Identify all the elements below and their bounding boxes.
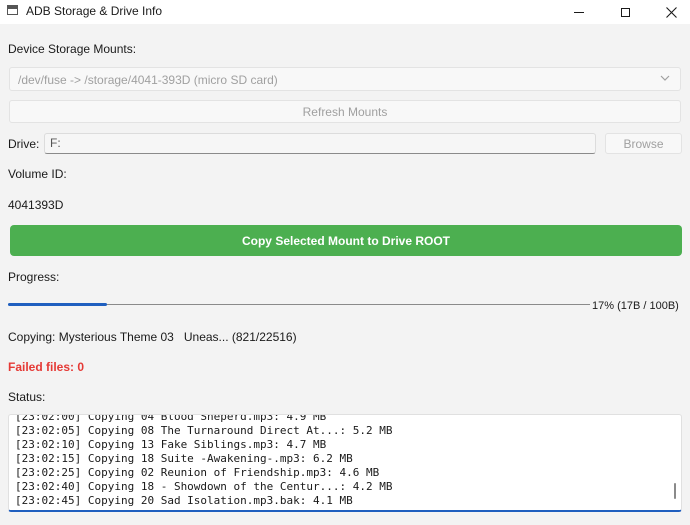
mounts-label: Device Storage Mounts: xyxy=(8,42,137,56)
copying-status-text: Copying: Mysterious Theme 03 Uneas... (8… xyxy=(8,330,297,344)
close-button[interactable] xyxy=(648,0,690,24)
mounts-dropdown[interactable]: /dev/fuse -> /storage/4041-393D (micro S… xyxy=(9,67,681,91)
log-line: [23:02:05] Copying 08 The Turnaround Dir… xyxy=(15,424,393,437)
maximize-button[interactable] xyxy=(602,0,648,24)
maximize-icon xyxy=(620,7,630,17)
copy-to-drive-button[interactable]: Copy Selected Mount to Drive ROOT xyxy=(10,225,682,256)
drive-input[interactable]: F: xyxy=(44,133,596,154)
log-line: [23:02:40] Copying 18 - Showdown of the … xyxy=(15,480,393,493)
progress-text: 17% (17B / 100B) xyxy=(592,300,679,312)
log-line: [23:02:25] Copying 02 Reunion of Friends… xyxy=(15,466,380,479)
progress-label: Progress: xyxy=(8,270,60,284)
refresh-mounts-button[interactable]: Refresh Mounts xyxy=(9,100,681,123)
volume-id-value: 4041393D xyxy=(8,198,64,212)
status-log[interactable]: [23:02:00] Copying 04 Blood Sheperd.mp3:… xyxy=(8,414,682,512)
app-window-icon xyxy=(7,5,18,15)
status-label: Status: xyxy=(8,390,46,404)
log-scrollbar-thumb[interactable] xyxy=(674,483,676,499)
mounts-selected-value: /dev/fuse -> /storage/4041-393D (micro S… xyxy=(18,73,278,87)
minimize-button[interactable] xyxy=(556,0,602,24)
log-line: [23:02:10] Copying 13 Fake Siblings.mp3:… xyxy=(15,438,327,451)
chevron-down-icon xyxy=(660,75,670,81)
progress-bar-fill xyxy=(8,303,107,306)
log-line: [23:02:15] Copying 18 Suite -Awakening-.… xyxy=(15,452,353,465)
window-title: ADB Storage & Drive Info xyxy=(26,4,163,18)
failed-files-text: Failed files: 0 xyxy=(8,360,85,374)
status-log-lines: [23:02:00] Copying 04 Blood Sheperd.mp3:… xyxy=(15,414,393,508)
close-icon xyxy=(665,6,677,18)
title-bar: ADB Storage & Drive Info xyxy=(0,0,690,24)
log-line: [23:02:00] Copying 04 Blood Sheperd.mp3:… xyxy=(15,414,327,423)
drive-label: Drive: xyxy=(8,137,40,151)
minimize-icon xyxy=(574,11,584,13)
log-line: [23:02:45] Copying 20 Sad Isolation.mp3.… xyxy=(15,494,353,507)
volume-id-label: Volume ID: xyxy=(8,167,67,181)
browse-button[interactable]: Browse xyxy=(605,133,682,154)
